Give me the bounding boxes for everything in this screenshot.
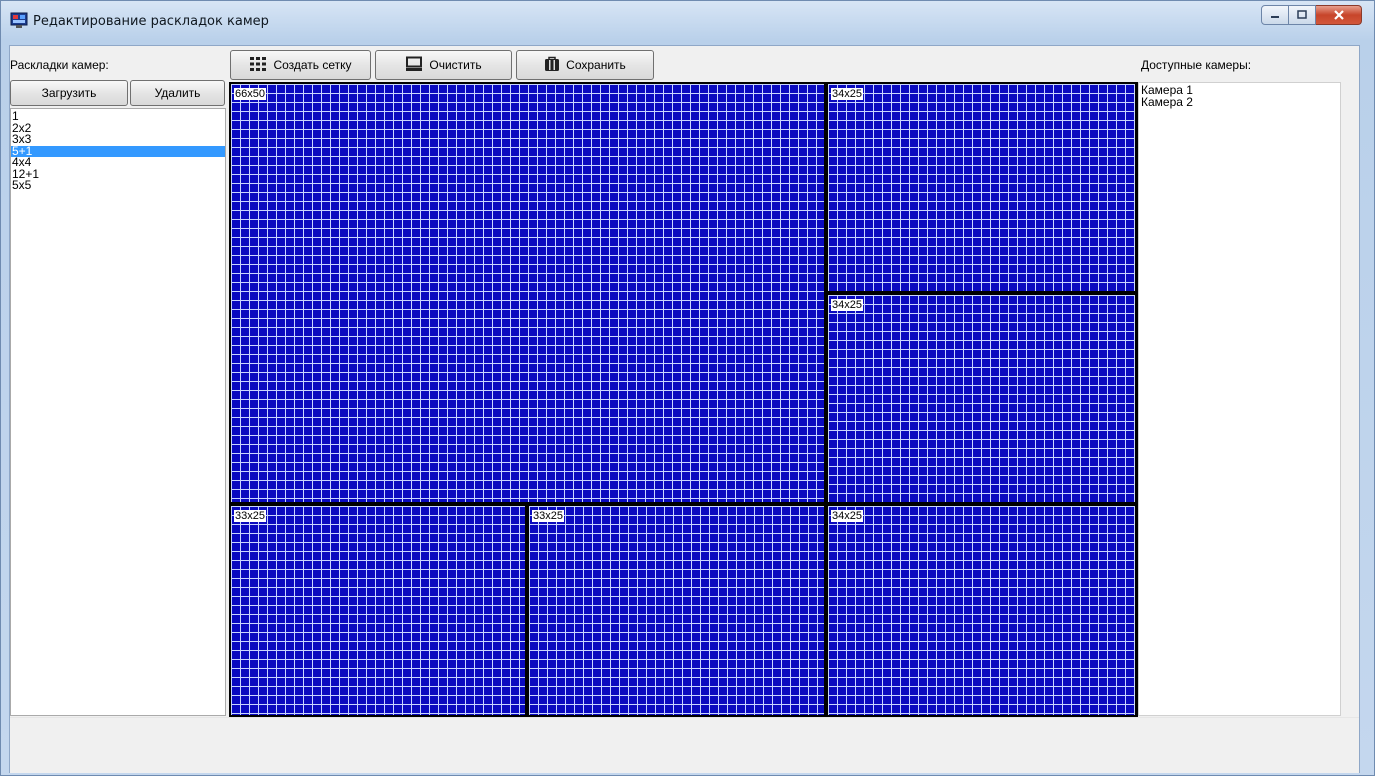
maximize-icon bbox=[1297, 10, 1307, 19]
list-item[interactable]: 12+1 bbox=[11, 168, 225, 181]
grid-cell[interactable]: 33x25 bbox=[527, 504, 826, 717]
delete-button[interactable]: Удалить bbox=[130, 80, 225, 106]
app-icon bbox=[10, 11, 28, 29]
save-label: Сохранить bbox=[566, 58, 626, 72]
monitor-icon bbox=[405, 56, 423, 75]
list-item[interactable]: 3x3 bbox=[11, 133, 225, 146]
layouts-label: Раскладки камер: bbox=[10, 58, 109, 72]
app-window: Редактирование раскладок камер Раскладки… bbox=[0, 0, 1375, 776]
create-grid-button[interactable]: Создать сетку bbox=[230, 50, 371, 80]
cameras-list[interactable]: Камера 1 Камера 2 bbox=[1138, 82, 1341, 716]
minimize-icon bbox=[1271, 16, 1279, 18]
cell-size-label: 34x25 bbox=[831, 299, 863, 311]
grid-cell[interactable]: 66x50 bbox=[229, 82, 826, 504]
load-button-label: Загрузить bbox=[41, 86, 97, 100]
minimize-button[interactable] bbox=[1261, 5, 1289, 25]
save-button[interactable]: Сохранить bbox=[516, 50, 654, 80]
list-item-selected[interactable]: 5+1 bbox=[11, 145, 225, 157]
cell-size-label: 33x25 bbox=[234, 510, 266, 522]
cell-size-label: 33x25 bbox=[532, 510, 564, 522]
load-button[interactable]: Загрузить bbox=[10, 80, 128, 106]
cell-size-label: 34x25 bbox=[831, 510, 863, 522]
window-title: Редактирование раскладок камер bbox=[33, 14, 269, 29]
create-grid-label: Создать сетку bbox=[273, 58, 352, 72]
list-item[interactable]: 2x2 bbox=[11, 122, 225, 135]
close-icon bbox=[1333, 10, 1344, 20]
title-bar[interactable]: Редактирование раскладок камер bbox=[1, 1, 1374, 43]
list-item[interactable]: 4x4 bbox=[11, 156, 225, 169]
list-item[interactable]: 5x5 bbox=[11, 179, 225, 192]
grid-cell[interactable]: 34x25 bbox=[826, 293, 1137, 504]
caption-buttons bbox=[1261, 5, 1362, 25]
briefcase-icon bbox=[544, 56, 560, 75]
maximize-button[interactable] bbox=[1289, 5, 1316, 25]
footer-panel bbox=[10, 717, 1359, 773]
list-item[interactable]: 1 bbox=[11, 110, 225, 123]
client-area: Раскладки камер: Загрузить Удалить 1 2x2… bbox=[9, 45, 1360, 773]
cell-size-label: 34x25 bbox=[831, 88, 863, 100]
clear-label: Очистить bbox=[429, 58, 482, 72]
close-button[interactable] bbox=[1316, 5, 1362, 25]
grid-dots-icon bbox=[249, 56, 267, 75]
cell-size-label: 66x50 bbox=[234, 88, 266, 100]
delete-button-label: Удалить bbox=[154, 86, 201, 100]
cameras-label: Доступные камеры: bbox=[1141, 58, 1252, 72]
clear-button[interactable]: Очистить bbox=[375, 50, 512, 80]
layouts-list[interactable]: 1 2x2 3x3 5+1 4x4 12+1 5x5 bbox=[10, 108, 226, 716]
layout-grid-canvas[interactable]: 66x50 34x25 34x25 33x25 33x25 34x25 bbox=[229, 82, 1138, 717]
camera-list-item[interactable]: Камера 2 bbox=[1141, 96, 1340, 109]
grid-cell[interactable]: 34x25 bbox=[826, 82, 1137, 293]
grid-cell[interactable]: 34x25 bbox=[826, 504, 1137, 717]
grid-cell[interactable]: 33x25 bbox=[229, 504, 527, 717]
